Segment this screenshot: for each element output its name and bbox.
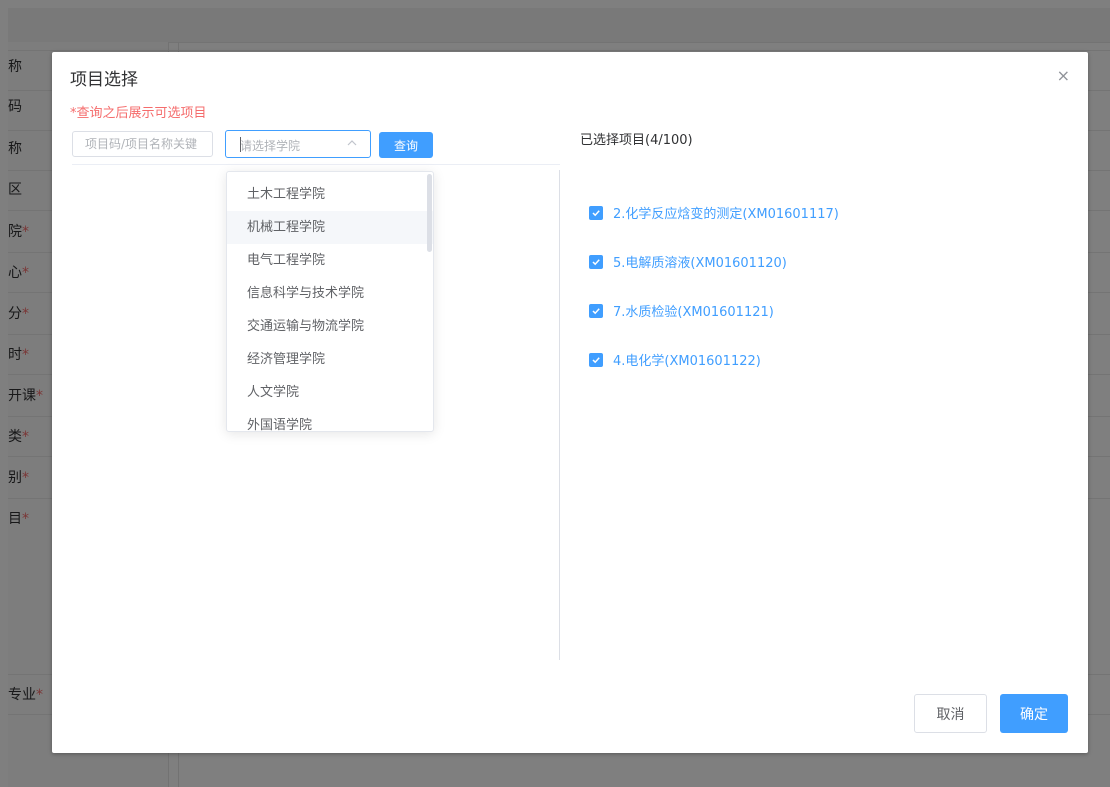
query-button[interactable]: 查询 (379, 132, 433, 158)
college-option[interactable]: 土木工程学院 (227, 178, 433, 211)
panel-divider (559, 170, 560, 660)
college-select-placeholder: 请选择学院 (240, 139, 301, 153)
selected-projects-list: 2.化学反应焓变的测定(XM01601117) 5.电解质溶液(XM016011… (589, 188, 839, 384)
query-hint: *查询之后展示可选项目 (70, 106, 207, 121)
selected-project-item[interactable]: 7.水质检验(XM01601121) (589, 286, 839, 335)
selected-project-label: 7.水质检验(XM01601121) (613, 305, 774, 320)
selected-project-item[interactable]: 4.电化学(XM01601122) (589, 335, 839, 384)
college-option[interactable]: 外国语学院 (227, 409, 433, 431)
close-icon[interactable]: × (1057, 66, 1070, 85)
selected-projects-title: 已选择项目(4/100) (580, 133, 693, 148)
selected-project-label: 2.化学反应焓变的测定(XM01601117) (613, 207, 839, 222)
divider (72, 164, 560, 165)
selected-project-label: 4.电化学(XM01601122) (613, 354, 761, 369)
college-option[interactable]: 信息科学与技术学院 (227, 277, 433, 310)
college-dropdown: 土木工程学院 机械工程学院 电气工程学院 信息科学与技术学院 交通运输与物流学院… (226, 171, 434, 432)
checkbox-checked-icon[interactable] (589, 254, 603, 269)
keyword-search-input[interactable] (72, 131, 213, 157)
college-option[interactable]: 机械工程学院 (227, 211, 433, 244)
checkbox-checked-icon[interactable] (589, 352, 603, 367)
checkbox-checked-icon[interactable] (589, 303, 603, 318)
checkbox-checked-icon[interactable] (589, 205, 603, 220)
confirm-button[interactable]: 确定 (1000, 694, 1068, 733)
dialog-title: 项目选择 (70, 70, 138, 90)
college-select[interactable]: 请选择学院 (225, 130, 371, 158)
chevron-up-icon (347, 140, 357, 146)
college-option[interactable]: 交通运输与物流学院 (227, 310, 433, 343)
selected-project-item[interactable]: 5.电解质溶液(XM01601120) (589, 237, 839, 286)
project-select-dialog: 项目选择 × *查询之后展示可选项目 请选择学院 查询 已选择项目(4/100)… (52, 52, 1088, 753)
college-options-list: 土木工程学院 机械工程学院 电气工程学院 信息科学与技术学院 交通运输与物流学院… (227, 172, 433, 431)
selected-project-item[interactable]: 2.化学反应焓变的测定(XM01601117) (589, 188, 839, 237)
text-cursor (240, 137, 241, 152)
college-option[interactable]: 经济管理学院 (227, 343, 433, 376)
dropdown-scrollbar[interactable] (427, 174, 432, 252)
selected-project-label: 5.电解质溶液(XM01601120) (613, 256, 787, 271)
college-option[interactable]: 人文学院 (227, 376, 433, 409)
cancel-button[interactable]: 取消 (914, 694, 987, 733)
college-option[interactable]: 电气工程学院 (227, 244, 433, 277)
